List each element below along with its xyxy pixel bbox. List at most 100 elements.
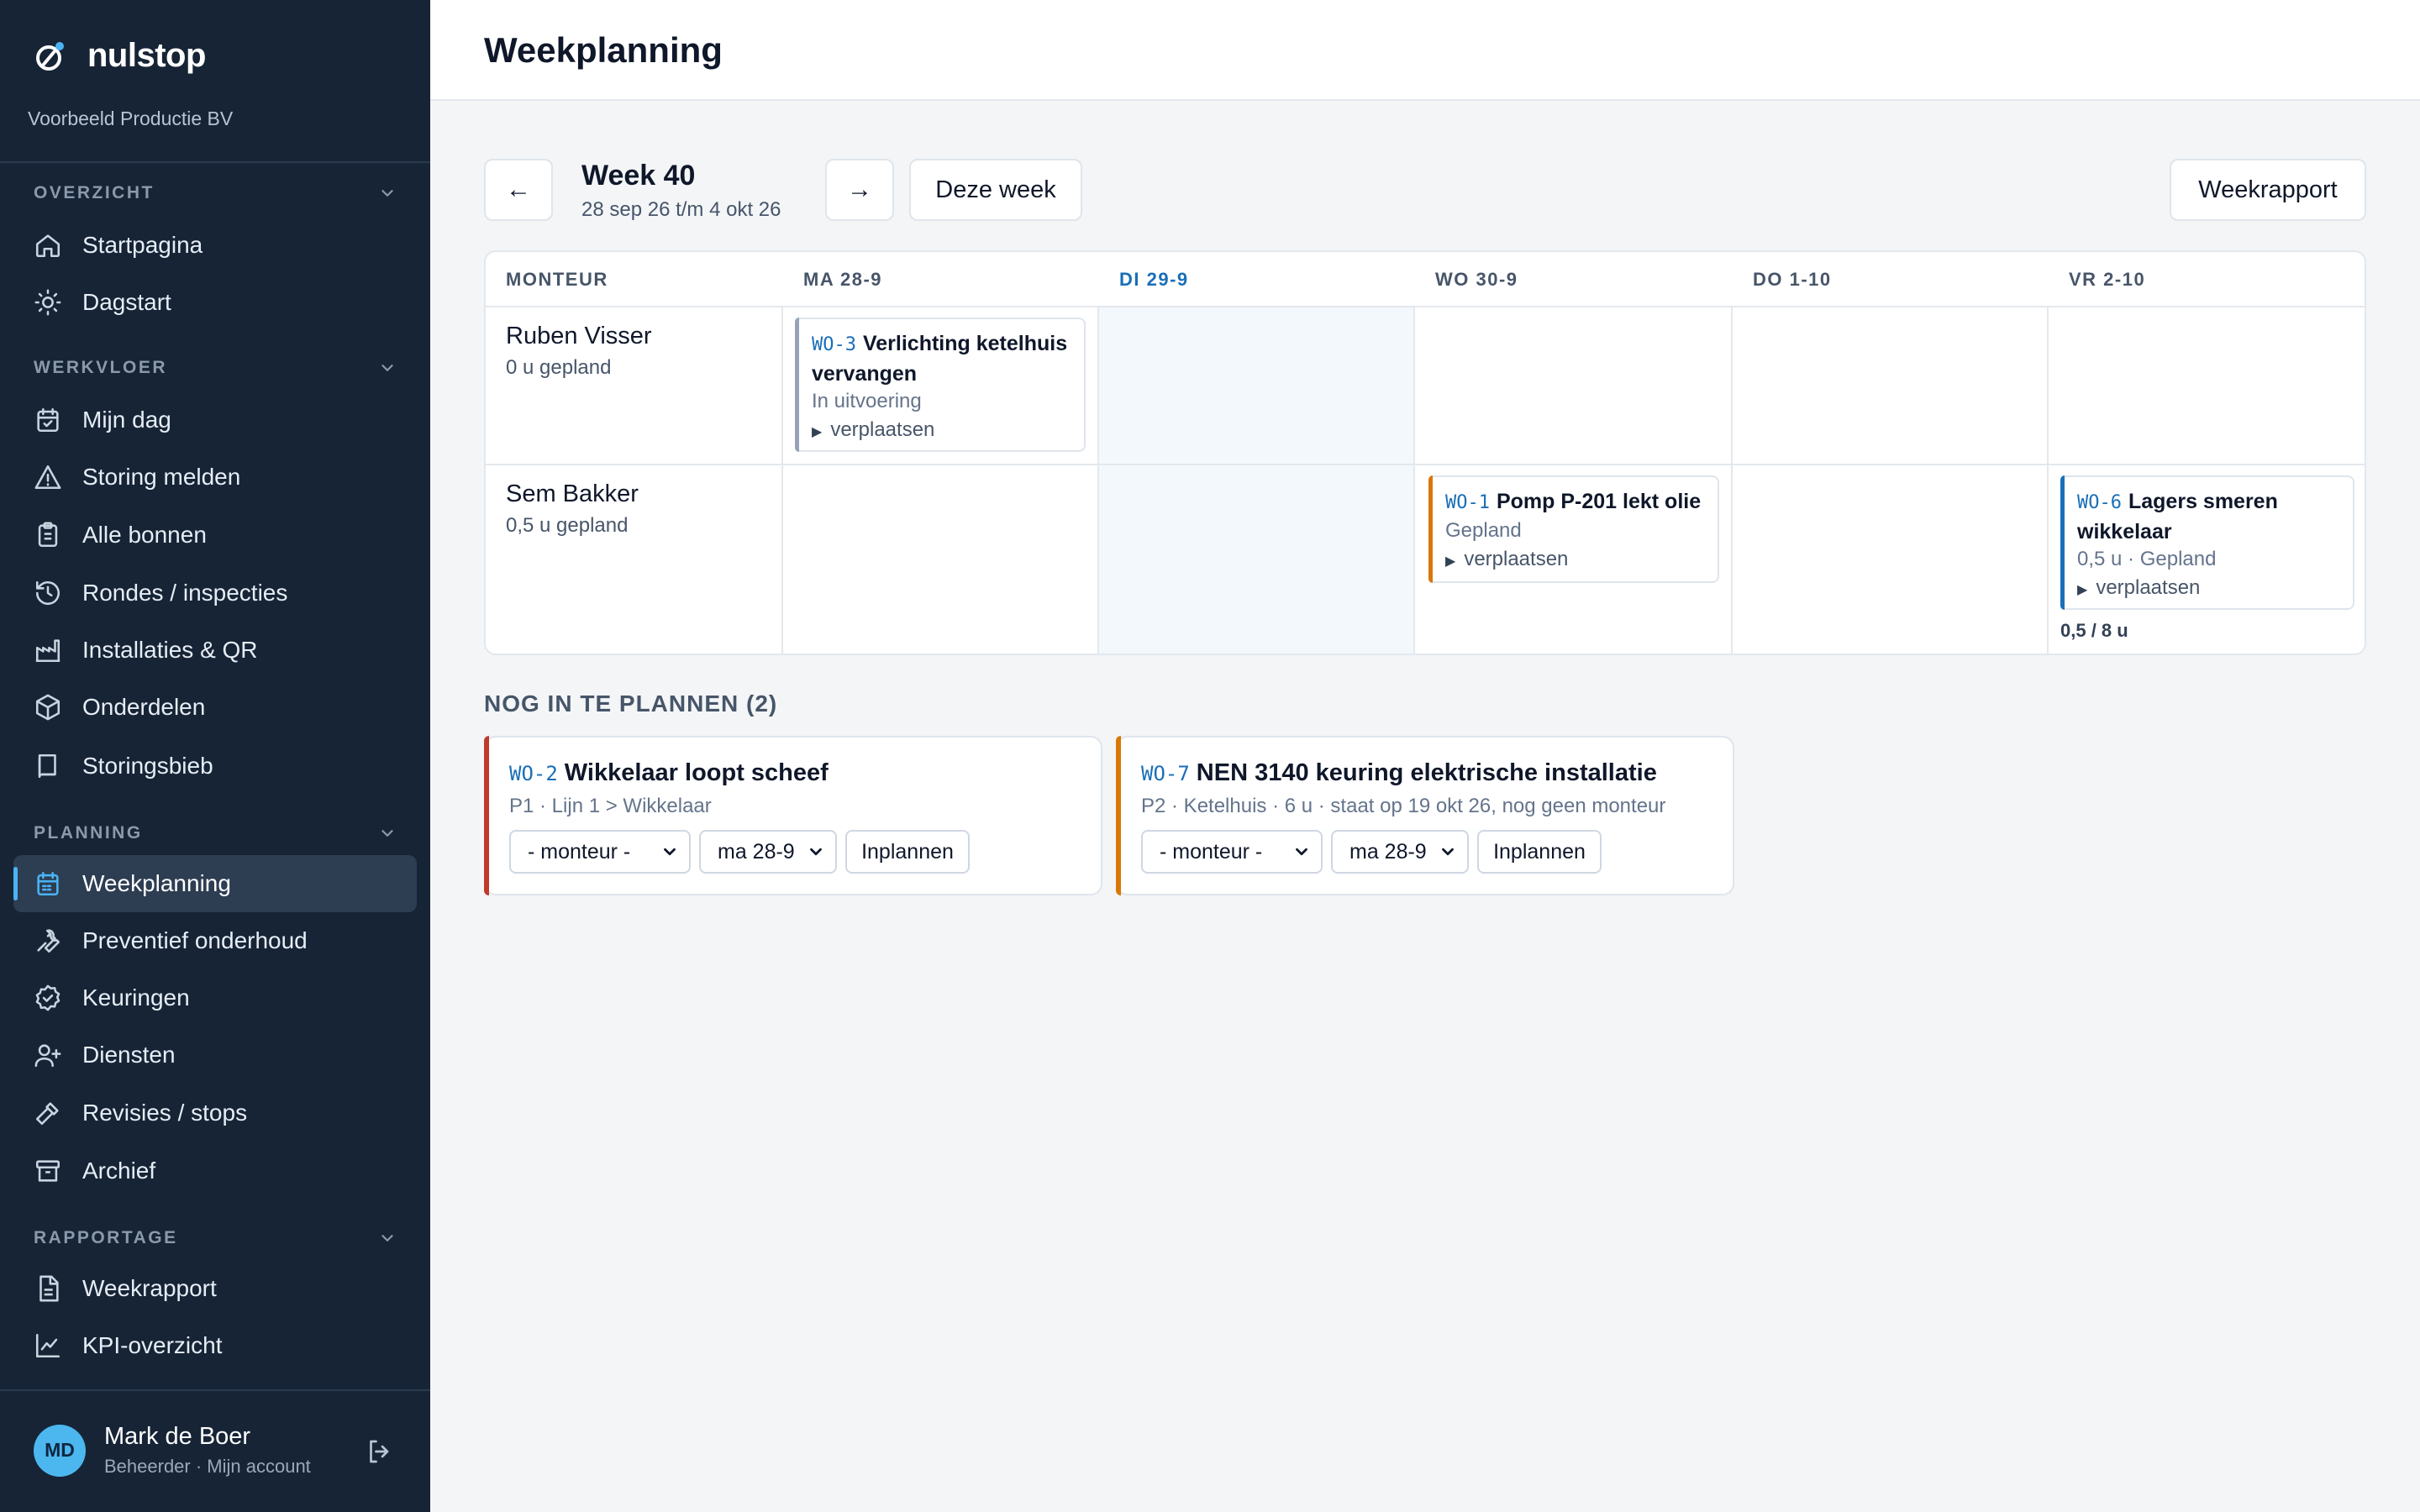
sidebar-item-label: Alle bonnen bbox=[82, 522, 207, 548]
week-range: 28 sep 26 t/m 4 okt 26 bbox=[581, 198, 781, 221]
sidebar-item-preventief-onderhoud[interactable]: Preventief onderhoud bbox=[13, 912, 417, 969]
sidebar-item-dagstart[interactable]: Dagstart bbox=[13, 274, 417, 331]
user-plus-icon bbox=[34, 1044, 61, 1068]
move-toggle[interactable]: ▶ verplaatsen bbox=[812, 418, 1071, 442]
triangle-right-icon: ▶ bbox=[1445, 554, 1456, 569]
sidebar-item-label: Storingsbieb bbox=[82, 753, 213, 779]
sidebar-item-mijn-dag[interactable]: Mijn dag bbox=[13, 391, 417, 449]
section-title: RAPPORTAGE bbox=[34, 1228, 178, 1247]
sidebar-item-label: Startpagina bbox=[82, 232, 203, 258]
chevron-down-icon bbox=[381, 190, 393, 197]
chevron-down-icon bbox=[381, 1235, 393, 1242]
today-column bbox=[1099, 307, 1415, 654]
logo-icon bbox=[36, 41, 64, 71]
move-toggle[interactable]: ▶ verplaatsen bbox=[1445, 548, 1704, 571]
line-chart-icon bbox=[35, 1333, 60, 1358]
sidebar-item-label: Onderdelen bbox=[82, 694, 206, 720]
capacity-indicator: 0,5 / 8 u bbox=[2060, 620, 2128, 641]
sidebar-item-weekplanning[interactable]: Weekplanning bbox=[13, 855, 417, 912]
sidebar-item-installaties-qr[interactable]: Installaties & QR bbox=[13, 622, 417, 679]
work-order-card[interactable]: WO-3 Verlichting ketelhuis vervangen In u… bbox=[795, 318, 1086, 452]
work-order-card[interactable]: WO-6 Lagers smeren wikkelaar 0,5 u · Gepl… bbox=[2060, 475, 2354, 610]
clipboard-icon bbox=[38, 522, 58, 548]
chevron-down-icon bbox=[1442, 848, 1454, 856]
sidebar-item-storing-melden[interactable]: Storing melden bbox=[13, 449, 417, 506]
sidebar-item-label: Rondes / inspecties bbox=[82, 580, 288, 606]
sidebar-item-label: Weekrapport bbox=[82, 1275, 217, 1301]
sidebar-item-alle-bonnen[interactable]: Alle bonnen bbox=[13, 507, 417, 564]
home-icon bbox=[35, 234, 60, 258]
app: nulstop Voorbeeld Productie BV OVERZICHT… bbox=[0, 0, 2420, 1512]
hammer-icon bbox=[35, 1102, 59, 1126]
triangle-right-icon: ▶ bbox=[2077, 583, 2088, 597]
sidebar-item-storingsbieb[interactable]: Storingsbieb bbox=[13, 738, 417, 795]
sidebar-item-revisies-stops[interactable]: Revisies / stops bbox=[13, 1084, 417, 1142]
sidebar-item-onderdelen[interactable]: Onderdelen bbox=[13, 679, 417, 736]
section-rapportage[interactable]: RAPPORTAGE bbox=[34, 1228, 397, 1248]
sun-icon bbox=[34, 289, 61, 316]
work-order-code: WO-7 bbox=[1141, 762, 1190, 785]
monteur-select[interactable]: - monteur - bbox=[1141, 830, 1323, 874]
section-werkvloer[interactable]: WERKVLOER bbox=[34, 358, 397, 378]
previous-week-button[interactable]: ← bbox=[484, 159, 553, 221]
sidebar-item-label: Dagstart bbox=[82, 289, 171, 315]
divider bbox=[1413, 307, 1415, 654]
column-header-monteur: MONTEUR bbox=[506, 269, 608, 290]
work-order-code: WO-3 bbox=[812, 334, 856, 355]
sidebar-item-diensten[interactable]: Diensten bbox=[13, 1026, 417, 1084]
calendar-icon bbox=[37, 871, 59, 896]
logout-icon[interactable] bbox=[365, 1436, 395, 1467]
sidebar-item-label: Storing melden bbox=[82, 464, 241, 490]
week-grid: MONTEUR MA 28-9 DI 29-9 WO 30-9 DO 1-10 … bbox=[484, 250, 2366, 655]
sidebar-item-rondes-inspecties[interactable]: Rondes / inspecties bbox=[13, 564, 417, 622]
column-header-wo: WO 30-9 bbox=[1435, 269, 1518, 290]
work-order-status: Gepland bbox=[1445, 519, 1522, 542]
sidebar-item-label: Archief bbox=[82, 1158, 156, 1184]
triangle-right-icon: ▶ bbox=[812, 425, 823, 439]
work-order-card[interactable]: WO-1 Pomp P-201 lekt olie Gepland ▶ verpla… bbox=[1428, 475, 1719, 583]
badge-check-icon bbox=[35, 984, 60, 1011]
divider bbox=[2047, 307, 2049, 654]
move-toggle[interactable]: ▶ verplaatsen bbox=[2077, 576, 2339, 600]
avatar: MD bbox=[34, 1424, 86, 1477]
work-order-code: WO-1 bbox=[1445, 492, 1490, 513]
sidebar-item-startpagina[interactable]: Startpagina bbox=[13, 217, 417, 274]
next-week-button[interactable]: → bbox=[825, 159, 894, 221]
column-header-do: DO 1-10 bbox=[1753, 269, 1832, 290]
topbar: Weekplanning bbox=[430, 0, 2420, 101]
sidebar-item-archief[interactable]: Archief bbox=[13, 1142, 417, 1200]
user-account[interactable]: MD Mark de Boer Beheerder · Mijn account bbox=[34, 1423, 311, 1478]
weekrapport-button[interactable]: Weekrapport bbox=[2170, 159, 2366, 221]
day-select[interactable]: ma 28-9 bbox=[1331, 830, 1469, 874]
sidebar-item-weekrapport[interactable]: Weekrapport bbox=[13, 1260, 417, 1317]
section-title: PLANNING bbox=[34, 823, 143, 843]
divider bbox=[486, 306, 2365, 307]
work-order-title[interactable]: Wikkelaar loopt scheef bbox=[565, 759, 829, 786]
brand[interactable]: nulstop bbox=[34, 37, 206, 75]
monteur-select[interactable]: - monteur - bbox=[509, 830, 691, 874]
monteur-hours: 0 u gepland bbox=[506, 356, 612, 379]
work-order-meta: P1 · Lijn 1 > Wikkelaar bbox=[509, 795, 712, 817]
this-week-button[interactable]: Deze week bbox=[909, 159, 1082, 221]
sidebar-item-kpi-overzicht[interactable]: KPI-overzicht bbox=[13, 1317, 417, 1374]
week-title: Week 40 bbox=[581, 160, 696, 192]
calendar-check-icon bbox=[37, 407, 59, 433]
work-order-title: Pomp P-201 lekt olie bbox=[1496, 490, 1702, 513]
inplannen-button[interactable]: Inplannen bbox=[845, 830, 970, 874]
work-order-title[interactable]: NEN 3140 keuring elektrische installatie bbox=[1197, 759, 1657, 786]
divider bbox=[486, 464, 2365, 465]
day-select[interactable]: ma 28-9 bbox=[699, 830, 837, 874]
select-value: ma 28-9 bbox=[718, 839, 795, 864]
column-header-di: DI 29-9 bbox=[1119, 269, 1189, 290]
inplannen-button[interactable]: Inplannen bbox=[1477, 830, 1602, 874]
user-role: Beheerder · Mijn account bbox=[104, 1456, 311, 1477]
brand-name: nulstop bbox=[87, 37, 206, 74]
section-planning[interactable]: PLANNING bbox=[34, 823, 397, 843]
move-label: verplaatsen bbox=[830, 418, 935, 441]
divider bbox=[781, 307, 783, 654]
select-value: - monteur - bbox=[1160, 839, 1263, 864]
sidebar-item-label: Diensten bbox=[82, 1042, 176, 1068]
section-overzicht[interactable]: OVERZICHT bbox=[34, 183, 397, 203]
sidebar-item-keuringen[interactable]: Keuringen bbox=[13, 969, 417, 1026]
book-icon bbox=[38, 753, 56, 779]
